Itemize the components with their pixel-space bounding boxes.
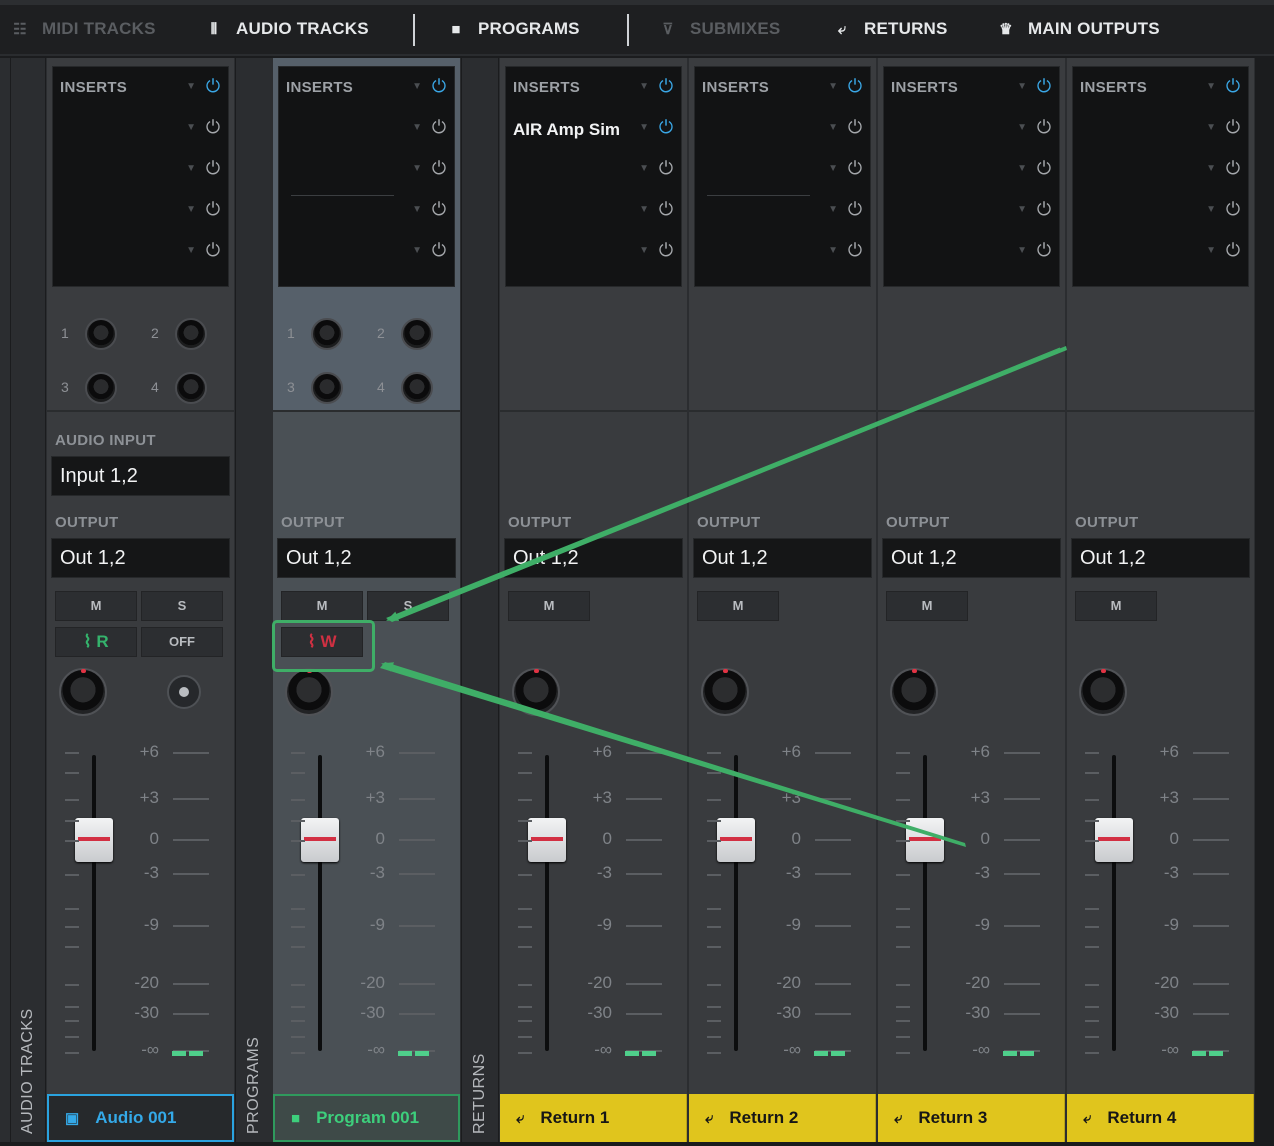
annotation-arrow-upper bbox=[386, 346, 1067, 622]
annotation-arrows bbox=[380, 346, 1067, 847]
